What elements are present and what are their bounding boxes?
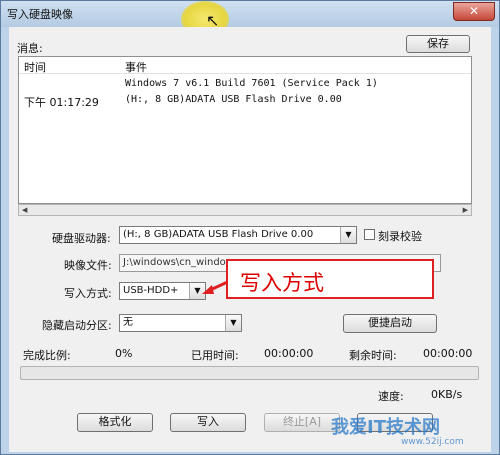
image-file-label: 映像文件: xyxy=(64,259,112,272)
complete-label: 完成比例: xyxy=(23,349,71,362)
write-disk-image-window: 写入硬盘映像 ✕ ↖ 消息: 保存 时间 事件 Windows 7 v6.1 B… xyxy=(0,0,500,455)
write-method-value: USB-HDD+ xyxy=(123,285,179,296)
verify-label: 刻录校验 xyxy=(378,230,422,243)
log-horizontal-scrollbar[interactable]: ◀ ▶ xyxy=(18,204,472,216)
window-title: 写入硬盘映像 xyxy=(7,8,73,21)
remaining-value: 00:00:00 xyxy=(423,347,473,360)
speed-label: 速度: xyxy=(378,390,404,403)
drive-select[interactable]: (H:, 8 GB)ADATA USB Flash Drive 0.00 ▼ xyxy=(119,226,357,244)
hidden-partition-select[interactable]: 无 ▼ xyxy=(119,314,242,332)
save-button[interactable]: 保存 xyxy=(406,35,470,53)
chevron-down-icon[interactable]: ▼ xyxy=(340,227,356,243)
chevron-down-icon[interactable]: ▼ xyxy=(225,315,241,331)
elapsed-label: 已用时间: xyxy=(191,349,239,362)
annotation-callout-text: 写入方式 xyxy=(240,271,324,295)
write-button[interactable]: 写入 xyxy=(170,413,246,432)
scroll-right-icon[interactable]: ▶ xyxy=(463,206,468,214)
speed-value: 0KB/s xyxy=(431,388,463,401)
image-file-value: J:\windows\cn_window xyxy=(123,257,234,268)
log-row-1-event: Windows 7 v6.1 Build 7601 (Service Pack … xyxy=(125,78,378,89)
close-button[interactable]: ✕ xyxy=(453,2,495,21)
column-header-time[interactable]: 时间 xyxy=(24,59,46,75)
complete-value: 0% xyxy=(115,347,133,360)
remaining-label: 剩余时间: xyxy=(349,349,397,362)
write-method-label: 写入方式: xyxy=(64,287,112,300)
write-progress-bar xyxy=(20,366,479,380)
hidden-partition-label: 隐藏启动分区: xyxy=(42,319,112,332)
drive-label: 硬盘驱动器: xyxy=(52,232,111,245)
messages-label: 消息: xyxy=(17,42,43,55)
annotation-callout: 写入方式 xyxy=(226,259,434,299)
dialog-content: 消息: 保存 时间 事件 Windows 7 v6.1 Build 7601 (… xyxy=(9,27,491,452)
watermark-url: www.52ij.com xyxy=(401,437,464,447)
quick-boot-button[interactable]: 便捷启动 xyxy=(343,314,437,333)
log-row-2-time: 下午 01:17:29 xyxy=(24,96,99,109)
format-button[interactable]: 格式化 xyxy=(77,413,153,432)
watermark-logo: 我爱IT技术网 xyxy=(331,417,440,438)
hidden-partition-value: 无 xyxy=(123,317,133,328)
message-log[interactable]: 时间 事件 Windows 7 v6.1 Build 7601 (Service… xyxy=(18,56,472,204)
scroll-left-icon[interactable]: ◀ xyxy=(22,206,27,214)
drive-select-value: (H:, 8 GB)ADATA USB Flash Drive 0.00 xyxy=(123,229,314,240)
log-header: 时间 事件 xyxy=(19,57,471,74)
log-row-2-event: (H:, 8 GB)ADATA USB Flash Drive 0.00 xyxy=(125,94,342,105)
write-method-select[interactable]: USB-HDD+ ▼ xyxy=(119,282,206,300)
column-header-event[interactable]: 事件 xyxy=(125,59,147,75)
title-bar[interactable]: 写入硬盘映像 ✕ xyxy=(1,1,499,27)
elapsed-value: 00:00:00 xyxy=(264,347,314,360)
verify-checkbox[interactable] xyxy=(364,229,375,240)
stop-button[interactable]: 终止[A] xyxy=(264,413,340,432)
